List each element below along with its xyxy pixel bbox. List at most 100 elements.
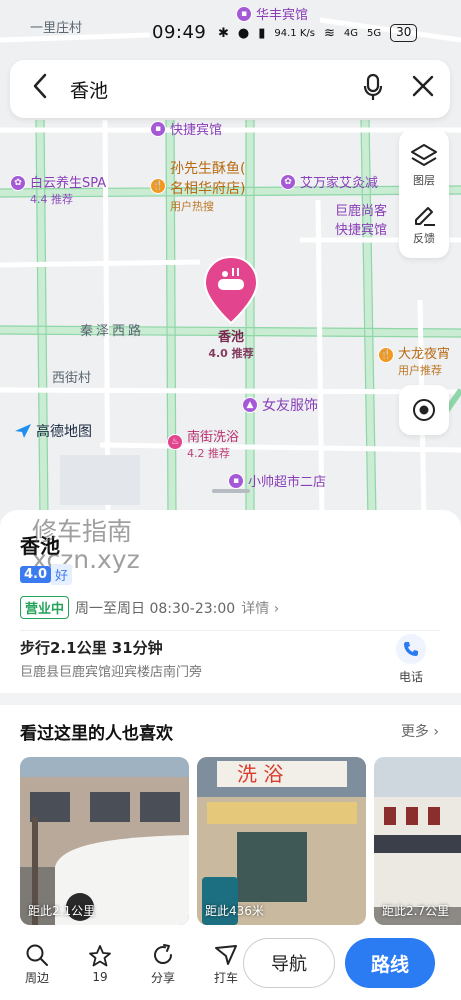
favorite-count: 19 <box>92 970 108 984</box>
signal-4g: 4G <box>343 27 359 39</box>
restaurant-icon: 🍴 <box>378 347 394 363</box>
share-icon <box>154 943 173 964</box>
hotel-icon: ▪ <box>150 120 166 137</box>
poi-name-2: 名相华府店) <box>170 181 246 197</box>
selected-place-marker[interactable] <box>203 255 259 325</box>
navigate-button[interactable]: 导航 <box>243 938 335 988</box>
place-info-card: 香池 修车指南 xczn.xyz 4.0 好 营业中 周一至周日 08:30-2… <box>0 510 461 693</box>
bath-marker-icon <box>203 255 259 325</box>
related-item[interactable]: 距此2.7公里 <box>374 757 461 925</box>
layers-button[interactable]: 图层 <box>410 143 438 188</box>
svg-text:洗 浴: 洗 浴 <box>237 762 283 786</box>
related-more-link[interactable]: 更多 › <box>401 721 439 741</box>
locate-me-button[interactable] <box>399 385 449 435</box>
poi-name: 大龙夜宵 <box>398 347 451 362</box>
voice-search-button[interactable] <box>350 73 396 105</box>
rating-level: 好 <box>51 564 73 585</box>
place-detail-sheet[interactable]: 香池 修车指南 xczn.xyz 4.0 好 营业中 周一至周日 08:30-2… <box>0 510 461 1000</box>
route-button[interactable]: 路线 <box>345 938 435 988</box>
search-bar[interactable]: 香池 <box>10 60 450 118</box>
rating-score: 4.0 <box>20 566 52 583</box>
network-speed: 94.1 K/s <box>274 27 315 39</box>
building-photo: 洗 浴 <box>197 757 366 925</box>
close-icon <box>412 75 434 97</box>
walk-distance: 步行2.1公里 31分钟 <box>20 639 163 657</box>
mic-status-icon: ▮ <box>258 25 266 41</box>
layers-label: 图层 <box>413 173 435 187</box>
hours-detail-link[interactable]: 详情 › <box>241 598 279 618</box>
signal-5g: 5G <box>367 27 382 39</box>
related-item[interactable]: 洗 浴 距此436米 <box>197 757 366 925</box>
feedback-label: 反馈 <box>413 231 435 245</box>
poi-name: 艾万家艾灸减 <box>300 176 379 191</box>
related-places-card: 看过这里的人也喜欢 更多 › 距此2.1公里 洗 浴 距此436米 距此2.7公… <box>0 705 461 945</box>
bluetooth-icon: ✱ <box>218 25 229 41</box>
amap-logo-icon <box>15 424 31 438</box>
map-tools: 图层 反馈 <box>399 130 449 258</box>
feedback-button[interactable]: 反馈 <box>411 201 437 246</box>
bottom-action-bar: 周边 19 分享 打车 导航 路线 <box>0 928 461 1000</box>
poi-nvyou[interactable]: ▲ 女友服饰 <box>242 395 318 415</box>
marker-sub: 4.0 推荐 <box>208 347 254 360</box>
poi-baiyun[interactable]: ✿ 白云养生SPA 4.4 推荐 <box>10 172 106 207</box>
poi-sub: 用户推荐 <box>398 364 442 377</box>
phone-button[interactable]: 电话 <box>396 634 426 685</box>
poi-aiwanjia[interactable]: ✿ 艾万家艾灸减 <box>280 172 378 191</box>
poi-name: 白云养生SPA <box>30 176 107 191</box>
clear-button[interactable] <box>396 74 450 104</box>
bath-icon: ♨ <box>167 434 183 450</box>
taxi-label: 打车 <box>213 970 238 985</box>
shop-icon: ▪ <box>228 472 244 489</box>
spa-icon: ✿ <box>280 173 296 190</box>
share-button[interactable]: 分享 <box>136 943 190 986</box>
taxi-icon <box>215 944 237 965</box>
poi-sub: 4.2 推荐 <box>187 447 230 460</box>
place-rating: 4.0 好 <box>20 564 73 585</box>
marker-name: 香池 <box>217 330 244 345</box>
search-input[interactable]: 香池 <box>70 76 350 103</box>
share-label: 分享 <box>150 970 175 985</box>
sheet-drag-handle[interactable] <box>212 489 250 493</box>
poi-kuaijie[interactable]: ▪ 快捷宾馆 <box>150 119 222 138</box>
nearby-button[interactable]: 周边 <box>10 943 64 986</box>
location-icon: ● <box>237 25 250 41</box>
opening-hours[interactable]: 营业中 周一至周日 08:30-23:00 详情 › <box>20 596 279 619</box>
poi-huafeng[interactable]: ▪ 华丰宾馆 <box>236 4 308 23</box>
search-icon <box>26 944 48 966</box>
related-item[interactable]: 距此2.1公里 <box>20 757 189 925</box>
related-photos: 距此2.1公里 洗 浴 距此436米 距此2.7公里 <box>20 757 461 925</box>
divider <box>20 630 440 631</box>
poi-sub: 用户热搜 <box>170 200 214 213</box>
related-title: 看过这里的人也喜欢 <box>20 724 173 744</box>
poi-name: 快捷宾馆 <box>170 123 223 138</box>
hours-text: 周一至周日 08:30-23:00 <box>75 600 236 617</box>
favorite-button[interactable]: 19 <box>73 944 127 984</box>
wifi-icon: ≋ <box>324 25 335 41</box>
map-label-xijie: 西街村 <box>52 371 92 386</box>
restaurant-icon: 🍴 <box>150 178 166 194</box>
related-distance: 距此436米 <box>205 904 264 918</box>
poi-xiaoshuai[interactable]: ▪ 小帅超市二店 <box>228 471 326 490</box>
poi-julu[interactable]: 巨鹿尚客 快捷宾馆 <box>335 200 387 238</box>
poi-name-2: 快捷宾馆 <box>335 223 388 238</box>
poi-name: 孙先生酥鱼( <box>170 161 246 177</box>
poi-dalong[interactable]: 🍴 大龙夜宵 用户推荐 <box>378 343 450 378</box>
hotel-icon: ▪ <box>236 5 252 22</box>
poi-nanjie[interactable]: ♨ 南街洗浴 4.2 推荐 <box>167 426 239 461</box>
microphone-icon <box>363 73 383 100</box>
chevron-left-icon <box>33 73 47 98</box>
back-button[interactable] <box>10 73 70 106</box>
poi-name: 巨鹿尚客 <box>335 204 388 219</box>
amap-logo: 高德地图 <box>14 421 92 441</box>
street-photo <box>20 757 189 925</box>
edit-icon <box>415 206 435 226</box>
chevron-right-icon: › <box>273 600 280 617</box>
related-distance: 距此2.7公里 <box>382 904 450 918</box>
hotel-photo <box>374 757 461 925</box>
poi-sun[interactable]: 🍴 孙先生酥鱼( 名相华府店) 用户热搜 <box>150 158 245 214</box>
status-bar: 09:49 ✱ ● ▮ 94.1 K/s ≋ 4G 5G 30 <box>0 22 461 44</box>
star-icon <box>89 945 111 967</box>
spa-icon: ✿ <box>10 175 26 191</box>
phone-icon <box>396 634 426 664</box>
chevron-right-icon: › <box>433 724 439 740</box>
